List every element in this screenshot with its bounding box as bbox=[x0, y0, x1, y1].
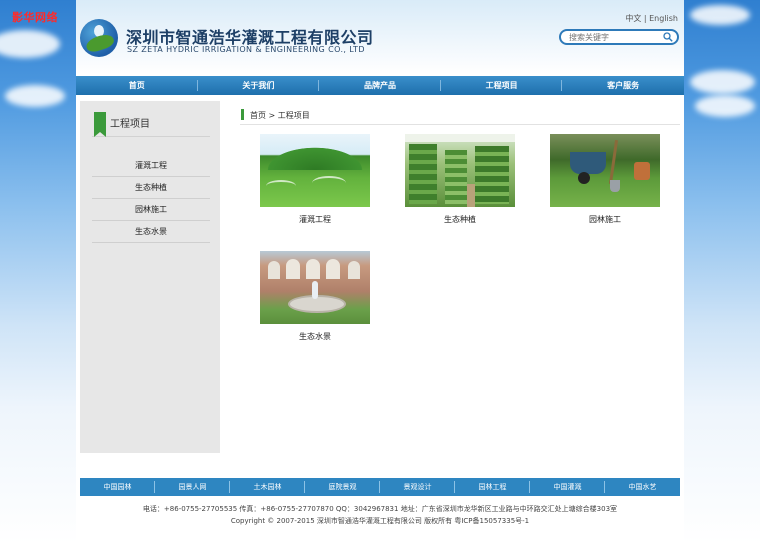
lang-english-link[interactable]: English bbox=[649, 14, 678, 23]
greenhouse-photo-icon[interactable] bbox=[405, 134, 515, 207]
friend-link[interactable]: 中国灌溉 bbox=[530, 478, 605, 496]
nav-home[interactable]: 首页 bbox=[76, 76, 198, 95]
friend-links-bar: 中国园林 园景人网 土木园林 庭院景观 景观设计 园林工程 中国灌溉 中国水艺 bbox=[80, 478, 680, 496]
friend-link[interactable]: 园林工程 bbox=[455, 478, 530, 496]
nav-about[interactable]: 关于我们 bbox=[198, 76, 320, 95]
friend-link[interactable]: 中国园林 bbox=[80, 478, 155, 496]
product-caption[interactable]: 园林施工 bbox=[550, 214, 660, 225]
cloud-decoration bbox=[5, 85, 65, 107]
search-icon[interactable] bbox=[663, 32, 673, 42]
cloud-decoration bbox=[690, 5, 750, 25]
product-card[interactable]: 灌溉工程 bbox=[260, 134, 370, 225]
cloud-decoration bbox=[690, 70, 755, 94]
sidebar-item-eco-planting[interactable]: 生态种植 bbox=[92, 177, 210, 199]
bookmark-icon bbox=[94, 112, 106, 137]
breadcrumb-marker bbox=[241, 109, 244, 120]
lang-chinese-link[interactable]: 中文 bbox=[625, 14, 641, 23]
friend-link[interactable]: 庭院景观 bbox=[305, 478, 380, 496]
nav-service[interactable]: 客户服务 bbox=[562, 76, 684, 95]
main-nav: 首页 关于我们 品牌产品 工程项目 客户服务 bbox=[76, 76, 684, 95]
footer-contact: 电话：+86-0755-27705535 传真：+86-0755-2770787… bbox=[142, 505, 618, 513]
sidebar-item-garden[interactable]: 园林施工 bbox=[92, 199, 210, 221]
lang-separator: | bbox=[641, 14, 650, 23]
sidebar-item-irrigation[interactable]: 灌溉工程 bbox=[92, 155, 210, 177]
company-logo-icon[interactable] bbox=[80, 19, 118, 57]
language-switch: 中文 | English bbox=[625, 13, 678, 24]
product-caption[interactable]: 生态种植 bbox=[405, 214, 515, 225]
breadcrumb: 首页 > 工程项目 bbox=[240, 108, 680, 125]
sidebar: 工程项目 灌溉工程 生态种植 园林施工 生态水景 bbox=[80, 101, 220, 453]
product-card[interactable]: 园林施工 bbox=[550, 134, 660, 225]
cloud-decoration bbox=[0, 30, 60, 58]
sidebar-list: 灌溉工程 生态种植 园林施工 生态水景 bbox=[92, 155, 210, 243]
page-container: 深圳市智通浩华灌溉工程有限公司 SZ ZETA HYDRIC IRRIGATIO… bbox=[76, 0, 684, 544]
search-box bbox=[559, 29, 679, 45]
sidebar-title-text: 工程项目 bbox=[110, 119, 150, 130]
garden-tools-photo-icon[interactable] bbox=[550, 134, 660, 207]
nav-products[interactable]: 品牌产品 bbox=[319, 76, 441, 95]
lawn-sprinkler-photo-icon[interactable] bbox=[260, 134, 370, 207]
friend-link[interactable]: 土木园林 bbox=[230, 478, 305, 496]
fountain-house-photo-icon[interactable] bbox=[260, 251, 370, 324]
product-caption[interactable]: 灌溉工程 bbox=[260, 214, 370, 225]
cloud-decoration bbox=[695, 95, 755, 117]
header: 深圳市智通浩华灌溉工程有限公司 SZ ZETA HYDRIC IRRIGATIO… bbox=[76, 0, 684, 74]
product-caption[interactable]: 生态水景 bbox=[260, 331, 370, 342]
friend-link[interactable]: 景观设计 bbox=[380, 478, 455, 496]
breadcrumb-text[interactable]: 首页 > 工程项目 bbox=[250, 110, 310, 121]
sidebar-title: 工程项目 bbox=[92, 112, 210, 137]
sidebar-item-waterscape[interactable]: 生态水景 bbox=[92, 221, 210, 243]
nav-projects[interactable]: 工程项目 bbox=[441, 76, 563, 95]
company-name-en: SZ ZETA HYDRIC IRRIGATION & ENGINEERING … bbox=[127, 45, 365, 54]
friend-link[interactable]: 园景人网 bbox=[155, 478, 230, 496]
search-input[interactable] bbox=[569, 32, 659, 43]
corner-watermark: 影华网络 bbox=[12, 11, 58, 24]
friend-link[interactable]: 中国水艺 bbox=[605, 478, 680, 496]
product-card[interactable]: 生态水景 bbox=[260, 251, 370, 342]
footer-copyright: Copyright © 2007-2015 深圳市智通浩华灌溉工程有限公司 版权… bbox=[230, 517, 530, 525]
product-card[interactable]: 生态种植 bbox=[405, 134, 515, 225]
